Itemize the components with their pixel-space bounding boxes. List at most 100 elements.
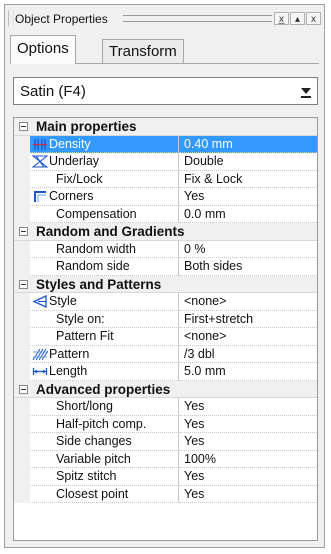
property-value[interactable]: <none>: [179, 293, 317, 311]
collapse-icon[interactable]: [19, 279, 28, 289]
property-name-cell[interactable]: Pattern Fit: [30, 328, 179, 346]
property-row[interactable]: Corners Yes: [14, 188, 317, 206]
property-value[interactable]: Yes: [179, 398, 317, 416]
property-value[interactable]: 5.0 mm: [179, 363, 317, 381]
row-gutter: [14, 363, 30, 381]
property-name: Corners: [49, 189, 94, 203]
row-gutter: [14, 415, 30, 433]
property-value[interactable]: <none>: [179, 328, 317, 346]
property-value[interactable]: Yes: [179, 468, 317, 486]
property-name-cell[interactable]: Style on:: [30, 310, 179, 328]
property-row[interactable]: Underlay Double: [14, 153, 317, 171]
category-title: Styles and Patterns: [36, 276, 162, 292]
drag-grip-icon[interactable]: [8, 10, 14, 26]
property-row[interactable]: Style <none>: [14, 293, 317, 311]
property-row[interactable]: Variable pitch 100%: [14, 450, 317, 468]
property-name-cell[interactable]: Side changes: [30, 433, 179, 451]
style-icon: [32, 294, 48, 309]
property-value[interactable]: Yes: [179, 416, 317, 433]
property-value[interactable]: Yes: [179, 188, 317, 206]
property-name-cell[interactable]: Fix/Lock: [30, 170, 179, 188]
panel-titlebar[interactable]: Object Properties x̲ ▴ x: [5, 5, 324, 31]
collapse-icon[interactable]: [19, 227, 28, 236]
property-value[interactable]: First+stretch: [179, 311, 317, 328]
property-name: Random width: [56, 241, 136, 256]
property-name-cell[interactable]: Variable pitch: [30, 450, 179, 468]
category-title: Advanced properties: [36, 381, 171, 397]
pattern-icon: [32, 348, 49, 361]
property-value[interactable]: 0.40 mm: [179, 135, 317, 153]
property-value[interactable]: 0 %: [179, 241, 317, 258]
property-row[interactable]: Length 5.0 mm: [14, 363, 317, 381]
property-name-cell[interactable]: Length: [30, 363, 179, 381]
property-name: Side changes: [56, 434, 132, 448]
density-icon: [32, 138, 48, 151]
category-row[interactable]: Random and Gradients: [14, 223, 317, 241]
property-name: Variable pitch: [56, 451, 131, 466]
property-name: Spitz stitch: [56, 469, 117, 483]
property-value[interactable]: Double: [179, 153, 317, 171]
property-name-cell[interactable]: Spitz stitch: [30, 468, 179, 486]
property-row[interactable]: Pattern Fit <none>: [14, 328, 317, 346]
row-gutter: [14, 485, 30, 503]
underlay-icon: [31, 155, 49, 168]
collapse-icon[interactable]: [19, 384, 28, 394]
autohide-button[interactable]: x̲: [274, 12, 289, 25]
property-row[interactable]: Random width 0 %: [14, 240, 317, 258]
property-row[interactable]: Random side Both sides: [14, 258, 317, 276]
property-name-cell[interactable]: Short/long: [30, 398, 179, 416]
property-value[interactable]: Fix & Lock: [179, 171, 317, 188]
property-row[interactable]: Density 0.40 mm: [14, 135, 317, 153]
category-title: Random and Gradients: [36, 224, 185, 239]
property-name-cell[interactable]: Half-pitch comp.: [30, 415, 179, 433]
property-name-cell[interactable]: Random width: [30, 240, 179, 258]
property-name: Half-pitch comp.: [56, 416, 147, 431]
property-name: Short/long: [56, 399, 113, 413]
property-row[interactable]: Side changes Yes: [14, 433, 317, 451]
property-value[interactable]: Yes: [179, 433, 317, 451]
property-name-cell[interactable]: Closest point: [30, 485, 179, 503]
property-row[interactable]: Pattern/3 dbl: [14, 345, 317, 363]
tab-transform[interactable]: Transform: [102, 39, 184, 64]
property-value[interactable]: 0.0 mm: [179, 206, 317, 223]
property-name: Pattern Fit: [56, 329, 114, 343]
property-row[interactable]: Spitz stitch Yes: [14, 468, 317, 486]
property-name-cell[interactable]: Underlay: [30, 153, 179, 171]
property-name-cell[interactable]: Random side: [30, 258, 179, 276]
row-gutter: [14, 398, 30, 416]
property-row[interactable]: Style on: First+stretch: [14, 310, 317, 328]
collapse-icon[interactable]: [19, 122, 28, 131]
category-row[interactable]: Styles and Patterns: [14, 275, 317, 293]
tab-options[interactable]: Options: [10, 35, 76, 64]
property-value[interactable]: Both sides: [179, 258, 317, 276]
property-name-cell[interactable]: Pattern: [30, 345, 179, 363]
property-name: Style on:: [56, 311, 105, 326]
float-button[interactable]: ▴: [290, 12, 305, 25]
property-name-cell[interactable]: Density: [30, 135, 179, 153]
property-row[interactable]: Closest point Yes: [14, 485, 317, 503]
property-name: Closest point: [56, 486, 129, 501]
row-gutter: [14, 328, 30, 346]
row-gutter: [14, 258, 30, 276]
close-button[interactable]: x: [306, 12, 321, 25]
stitch-type-value: Satin (F4): [20, 83, 86, 100]
property-name-cell[interactable]: Compensation: [30, 205, 179, 223]
object-properties-panel: Object Properties x̲ ▴ x Options Transfo…: [4, 4, 325, 548]
property-name-cell[interactable]: Corners: [30, 188, 179, 206]
property-row[interactable]: Half-pitch comp. Yes: [14, 415, 317, 433]
property-name: Length: [49, 364, 88, 378]
category-row[interactable]: Main properties: [14, 118, 317, 136]
category-title: Main properties: [36, 119, 137, 134]
row-gutter: [14, 310, 30, 328]
stitch-type-select[interactable]: Satin (F4): [13, 77, 318, 105]
property-value[interactable]: /3 dbl: [179, 346, 317, 363]
property-row[interactable]: Short/long Yes: [14, 398, 317, 416]
property-row[interactable]: Compensation 0.0 mm: [14, 205, 317, 223]
property-value[interactable]: 100%: [179, 451, 317, 468]
category-row[interactable]: Advanced properties: [14, 380, 317, 398]
chevron-down-icon[interactable]: [301, 88, 311, 98]
property-value[interactable]: Yes: [179, 486, 317, 503]
property-row[interactable]: Fix/Lock Fix & Lock: [14, 170, 317, 188]
property-name-cell[interactable]: Style: [30, 293, 179, 311]
property-name: Random side: [56, 259, 130, 273]
